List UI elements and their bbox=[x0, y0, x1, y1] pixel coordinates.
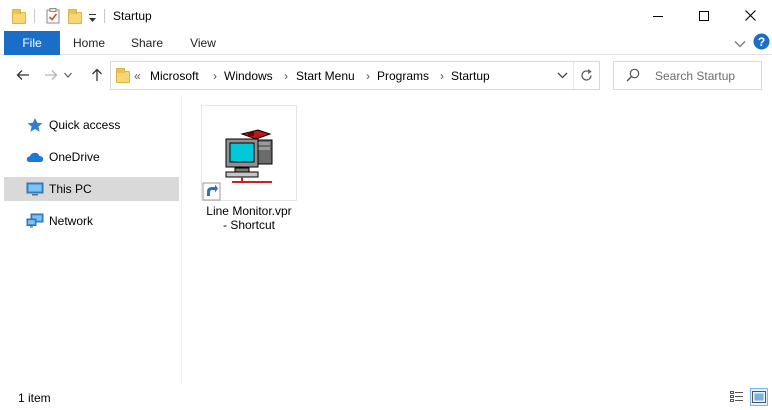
tab-view[interactable]: View bbox=[176, 31, 230, 55]
chevron-down-icon bbox=[64, 72, 72, 78]
address-bar[interactable]: « Microsoft › Windows › Start Menu › Pro… bbox=[110, 61, 600, 90]
sidebar-item-label: Network bbox=[49, 214, 94, 228]
help-button[interactable]: ? bbox=[753, 33, 770, 53]
large-icons-view-button[interactable] bbox=[750, 388, 768, 406]
maximize-button[interactable] bbox=[681, 0, 727, 31]
refresh-icon bbox=[581, 69, 592, 81]
chevron-down-icon bbox=[557, 72, 567, 79]
folder-icon bbox=[116, 68, 130, 83]
up-button[interactable] bbox=[88, 67, 106, 83]
recent-locations-button[interactable] bbox=[62, 67, 74, 83]
status-bar: 1 item bbox=[0, 384, 772, 410]
tab-home[interactable]: Home bbox=[62, 31, 116, 55]
refresh-button[interactable] bbox=[573, 62, 599, 89]
computer-icon bbox=[26, 181, 44, 197]
maximize-icon bbox=[699, 10, 709, 21]
sidebar-item-label: Quick access bbox=[49, 118, 121, 132]
large-icons-view-icon bbox=[752, 391, 766, 403]
breadcrumb-microsoft[interactable]: Microsoft bbox=[150, 69, 199, 83]
file-list: Line Monitor.vpr - Shortcut bbox=[183, 95, 772, 384]
search-icon bbox=[626, 68, 640, 85]
window-title: Startup bbox=[113, 9, 152, 23]
file-name: Line Monitor.vpr - Shortcut bbox=[195, 204, 303, 232]
breadcrumb-programs[interactable]: Programs bbox=[377, 69, 429, 83]
ribbon: File Home Share View ? bbox=[0, 31, 772, 55]
back-arrow-icon bbox=[16, 70, 29, 80]
file-name-line2: - Shortcut bbox=[222, 218, 276, 232]
star-icon bbox=[26, 117, 44, 133]
navigation-pane: Quick access OneDrive This PC Network bbox=[0, 95, 182, 384]
forward-button[interactable] bbox=[42, 67, 60, 83]
folder-icon bbox=[12, 7, 26, 25]
properties-icon[interactable] bbox=[46, 7, 60, 25]
breadcrumb-separator: › bbox=[366, 69, 370, 83]
up-arrow-icon bbox=[92, 68, 102, 81]
item-count: 1 item bbox=[18, 391, 51, 405]
svg-text:?: ? bbox=[758, 35, 765, 49]
file-name-line1: Line Monitor.vpr bbox=[206, 204, 292, 218]
network-terminal-icon bbox=[202, 129, 273, 201]
close-button[interactable] bbox=[727, 0, 772, 31]
forward-arrow-icon bbox=[45, 70, 58, 80]
minimize-icon bbox=[653, 15, 663, 17]
sidebar-item-label: OneDrive bbox=[49, 150, 100, 164]
cloud-icon bbox=[26, 149, 44, 165]
close-icon bbox=[744, 10, 756, 21]
title-bar: Startup bbox=[0, 0, 772, 31]
breadcrumb-separator: › bbox=[213, 69, 217, 83]
help-icon: ? bbox=[753, 33, 770, 50]
expand-ribbon-button[interactable] bbox=[734, 37, 746, 51]
minimize-button[interactable] bbox=[635, 0, 681, 31]
sidebar-item-this-pc[interactable]: This PC bbox=[4, 177, 179, 201]
tab-file[interactable]: File bbox=[4, 31, 60, 55]
sidebar-item-onedrive[interactable]: OneDrive bbox=[4, 145, 179, 169]
new-folder-icon[interactable] bbox=[68, 7, 82, 25]
details-view-icon bbox=[730, 391, 743, 402]
breadcrumb-separator: › bbox=[284, 69, 288, 83]
chevron-down-icon bbox=[734, 41, 746, 48]
sidebar-item-network[interactable]: Network bbox=[4, 209, 179, 233]
toolbar-separator bbox=[34, 9, 35, 23]
file-item[interactable]: Line Monitor.vpr - Shortcut bbox=[201, 105, 297, 232]
back-button[interactable] bbox=[14, 67, 32, 83]
breadcrumb-start-menu[interactable]: Start Menu bbox=[296, 69, 355, 83]
breadcrumb-startup[interactable]: Startup bbox=[451, 69, 490, 83]
search-input[interactable]: Search Startup bbox=[655, 69, 735, 83]
file-thumbnail bbox=[201, 105, 297, 201]
network-icon bbox=[26, 213, 44, 229]
breadcrumb-windows[interactable]: Windows bbox=[224, 69, 273, 83]
toolbar-separator bbox=[104, 9, 105, 23]
breadcrumb-overflow[interactable]: « bbox=[134, 69, 141, 83]
details-view-button[interactable] bbox=[728, 388, 746, 406]
breadcrumb-separator: › bbox=[440, 69, 444, 83]
sidebar-item-label: This PC bbox=[49, 182, 92, 196]
customize-toolbar-icon[interactable] bbox=[88, 9, 97, 27]
address-history-button[interactable] bbox=[551, 62, 573, 89]
navigation-bar: « Microsoft › Windows › Start Menu › Pro… bbox=[0, 55, 772, 95]
sidebar-item-quick-access[interactable]: Quick access bbox=[4, 113, 179, 137]
tab-share[interactable]: Share bbox=[120, 31, 174, 55]
search-box[interactable]: Search Startup bbox=[613, 61, 762, 90]
